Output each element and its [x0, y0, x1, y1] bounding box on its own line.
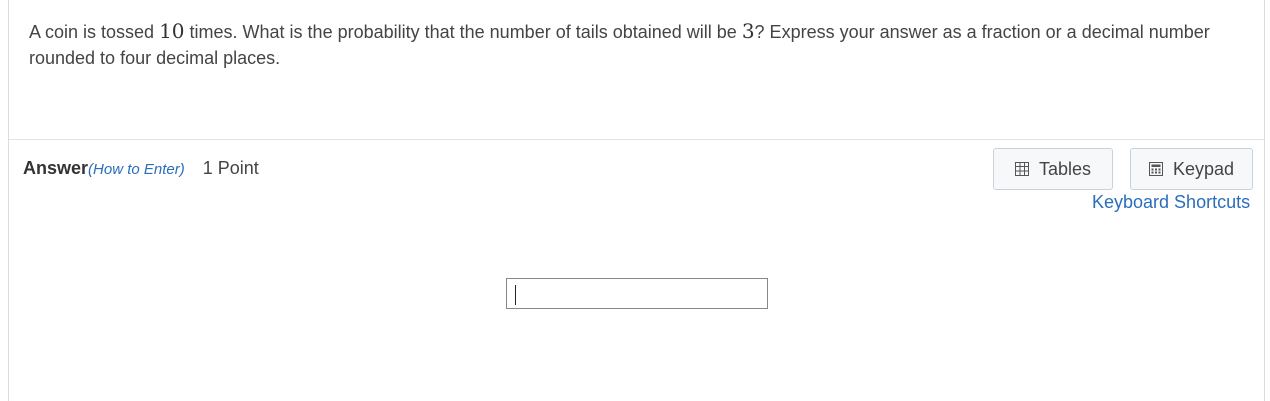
question-text: A coin is tossed 10 times. What is the p… [29, 18, 1249, 71]
keyboard-shortcuts-link[interactable]: Keyboard Shortcuts [1092, 192, 1250, 213]
math-number-tosses: 10 [159, 19, 185, 43]
math-number-tails: 3 [741, 19, 755, 43]
question-text-part2: times. What is the probability that the … [184, 22, 742, 42]
points-value: 1 Point [202, 158, 259, 178]
text-caret [515, 285, 516, 305]
answer-label: Answer [23, 158, 89, 178]
answer-input[interactable] [506, 278, 768, 309]
section-divider [9, 139, 1264, 140]
keypad-button[interactable]: Keypad [1130, 148, 1253, 190]
question-text-part1: A coin is tossed [29, 22, 160, 42]
question-frame: A coin is tossed 10 times. What is the p… [8, 0, 1265, 401]
keypad-button-label: Keypad [1172, 158, 1235, 179]
tables-button-label: Tables [1038, 158, 1092, 179]
answer-header: Answer (How to Enter) 1 Point [23, 158, 259, 179]
how-to-enter-link[interactable]: (How to Enter) [88, 161, 185, 178]
tables-button[interactable]: Tables [993, 148, 1113, 190]
calculator-icon [1148, 162, 1163, 176]
table-grid-icon [1014, 162, 1029, 176]
